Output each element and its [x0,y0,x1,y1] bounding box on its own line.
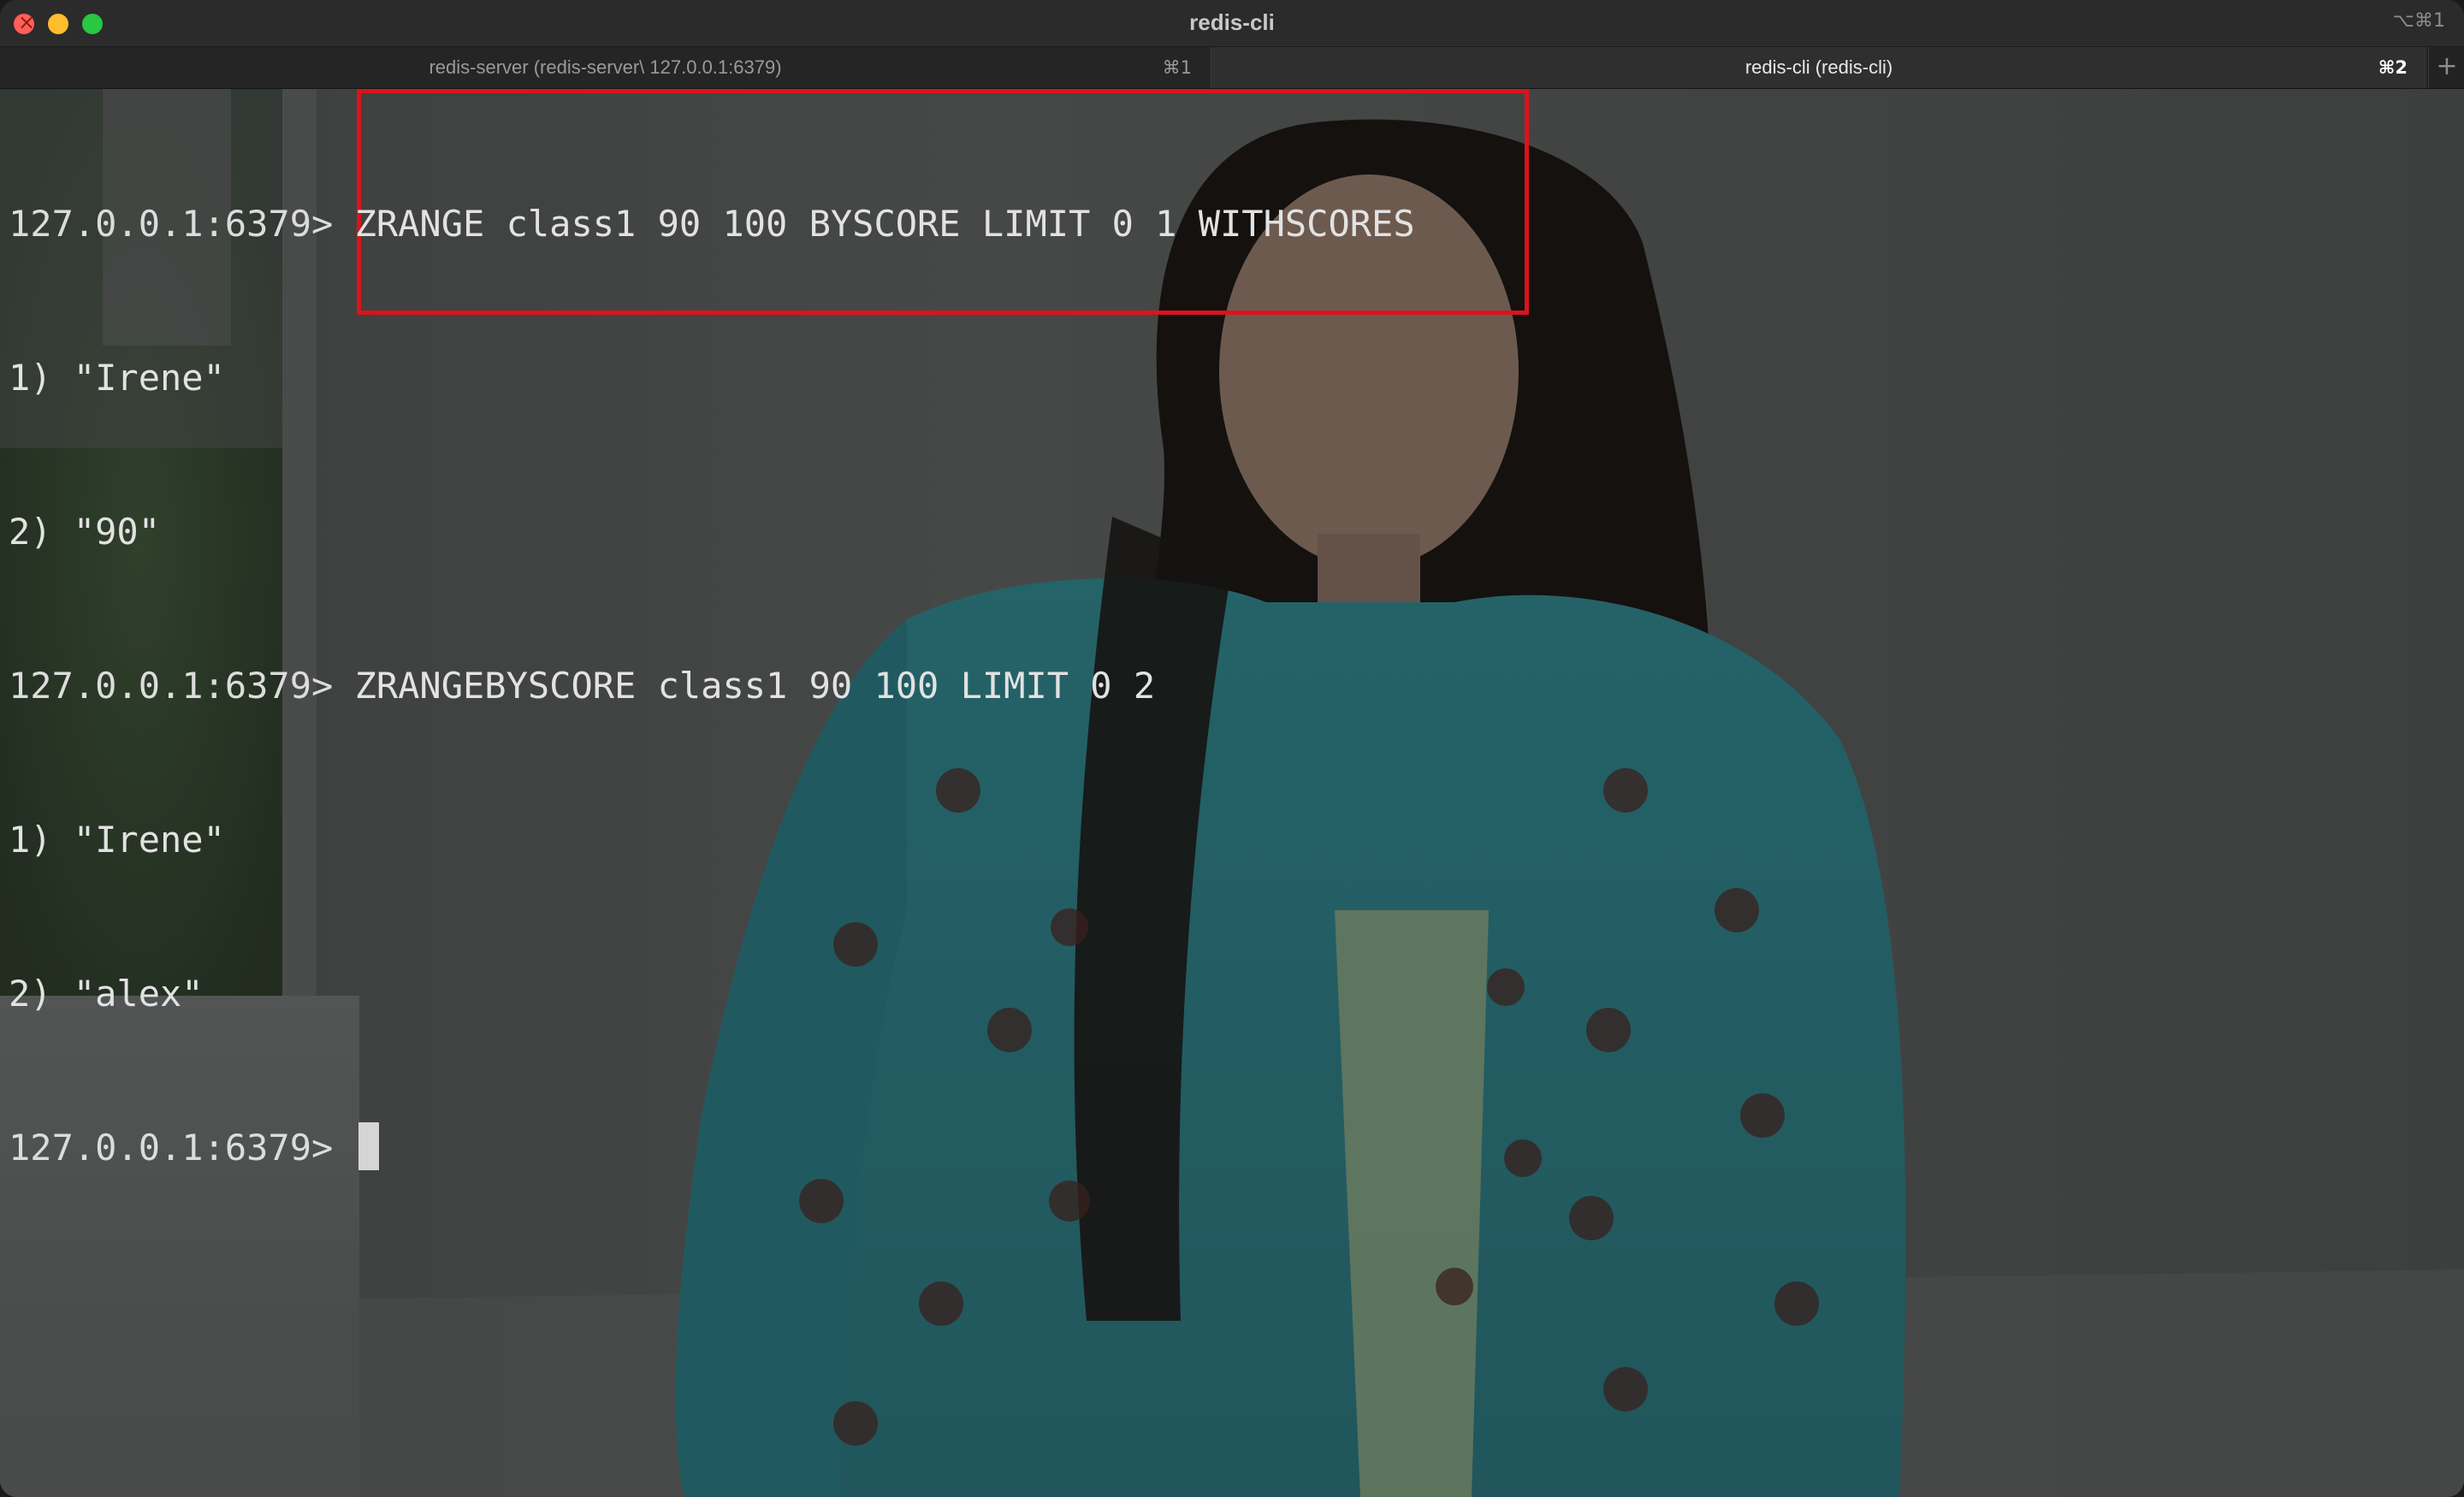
terminal-content[interactable]: 127.0.0.1:6379> ZRANGE class1 90 100 BYS… [0,89,2464,1497]
text-cursor [358,1122,379,1170]
prompt: 127.0.0.1:6379> [9,203,355,245]
terminal-output: 127.0.0.1:6379> ZRANGE class1 90 100 BYS… [9,96,1415,1276]
terminal-line-current[interactable]: 127.0.0.1:6379> [9,1122,1415,1174]
output-text: 1) "Irene" [9,819,225,861]
tab-label: redis-server (redis-server\ 127.0.0.1:63… [429,56,782,78]
tab-bar: redis-server (redis-server\ 127.0.0.1:63… [0,47,2464,89]
terminal-line: 2) "alex" [9,968,1415,1020]
command-text: ZRANGE class1 90 100 BYSCORE LIMIT 0 1 W… [354,203,1415,245]
plus-icon[interactable]: + [2428,47,2464,88]
prompt: 127.0.0.1:6379> [9,665,355,707]
terminal-line: 1) "Irene" [9,814,1415,866]
terminal-line: 127.0.0.1:6379> ZRANGEBYSCORE class1 90 … [9,660,1415,712]
tab-shortcut: ⌘2 [2378,57,2408,78]
output-text: 2) "90" [9,511,161,553]
tab-shortcut: ⌘1 [1162,57,1192,78]
tab-label: redis-cli (redis-cli) [1744,56,1893,78]
output-text: 2) "alex" [9,973,204,1015]
terminal-line: 127.0.0.1:6379> ZRANGE class1 90 100 BYS… [9,198,1415,250]
terminal-line: 2) "90" [9,506,1415,558]
command-text: ZRANGEBYSCORE class1 90 100 LIMIT 0 2 [354,665,1156,707]
tab-redis-server[interactable]: redis-server (redis-server\ 127.0.0.1:63… [0,47,1211,88]
tab-redis-cli[interactable]: redis-cli (redis-cli) ⌘2 [1211,47,2426,88]
title-bar[interactable]: redis-cli ⌥⌘1 [0,0,2464,47]
output-text: 1) "Irene" [9,357,225,399]
terminal-window: redis-cli ⌥⌘1 redis-server (redis-server… [0,0,2464,1497]
window-shortcut: ⌥⌘1 [2392,10,2445,32]
window-title: redis-cli [1189,9,1275,35]
prompt: 127.0.0.1:6379> [9,1127,355,1169]
terminal-line: 1) "Irene" [9,352,1415,404]
